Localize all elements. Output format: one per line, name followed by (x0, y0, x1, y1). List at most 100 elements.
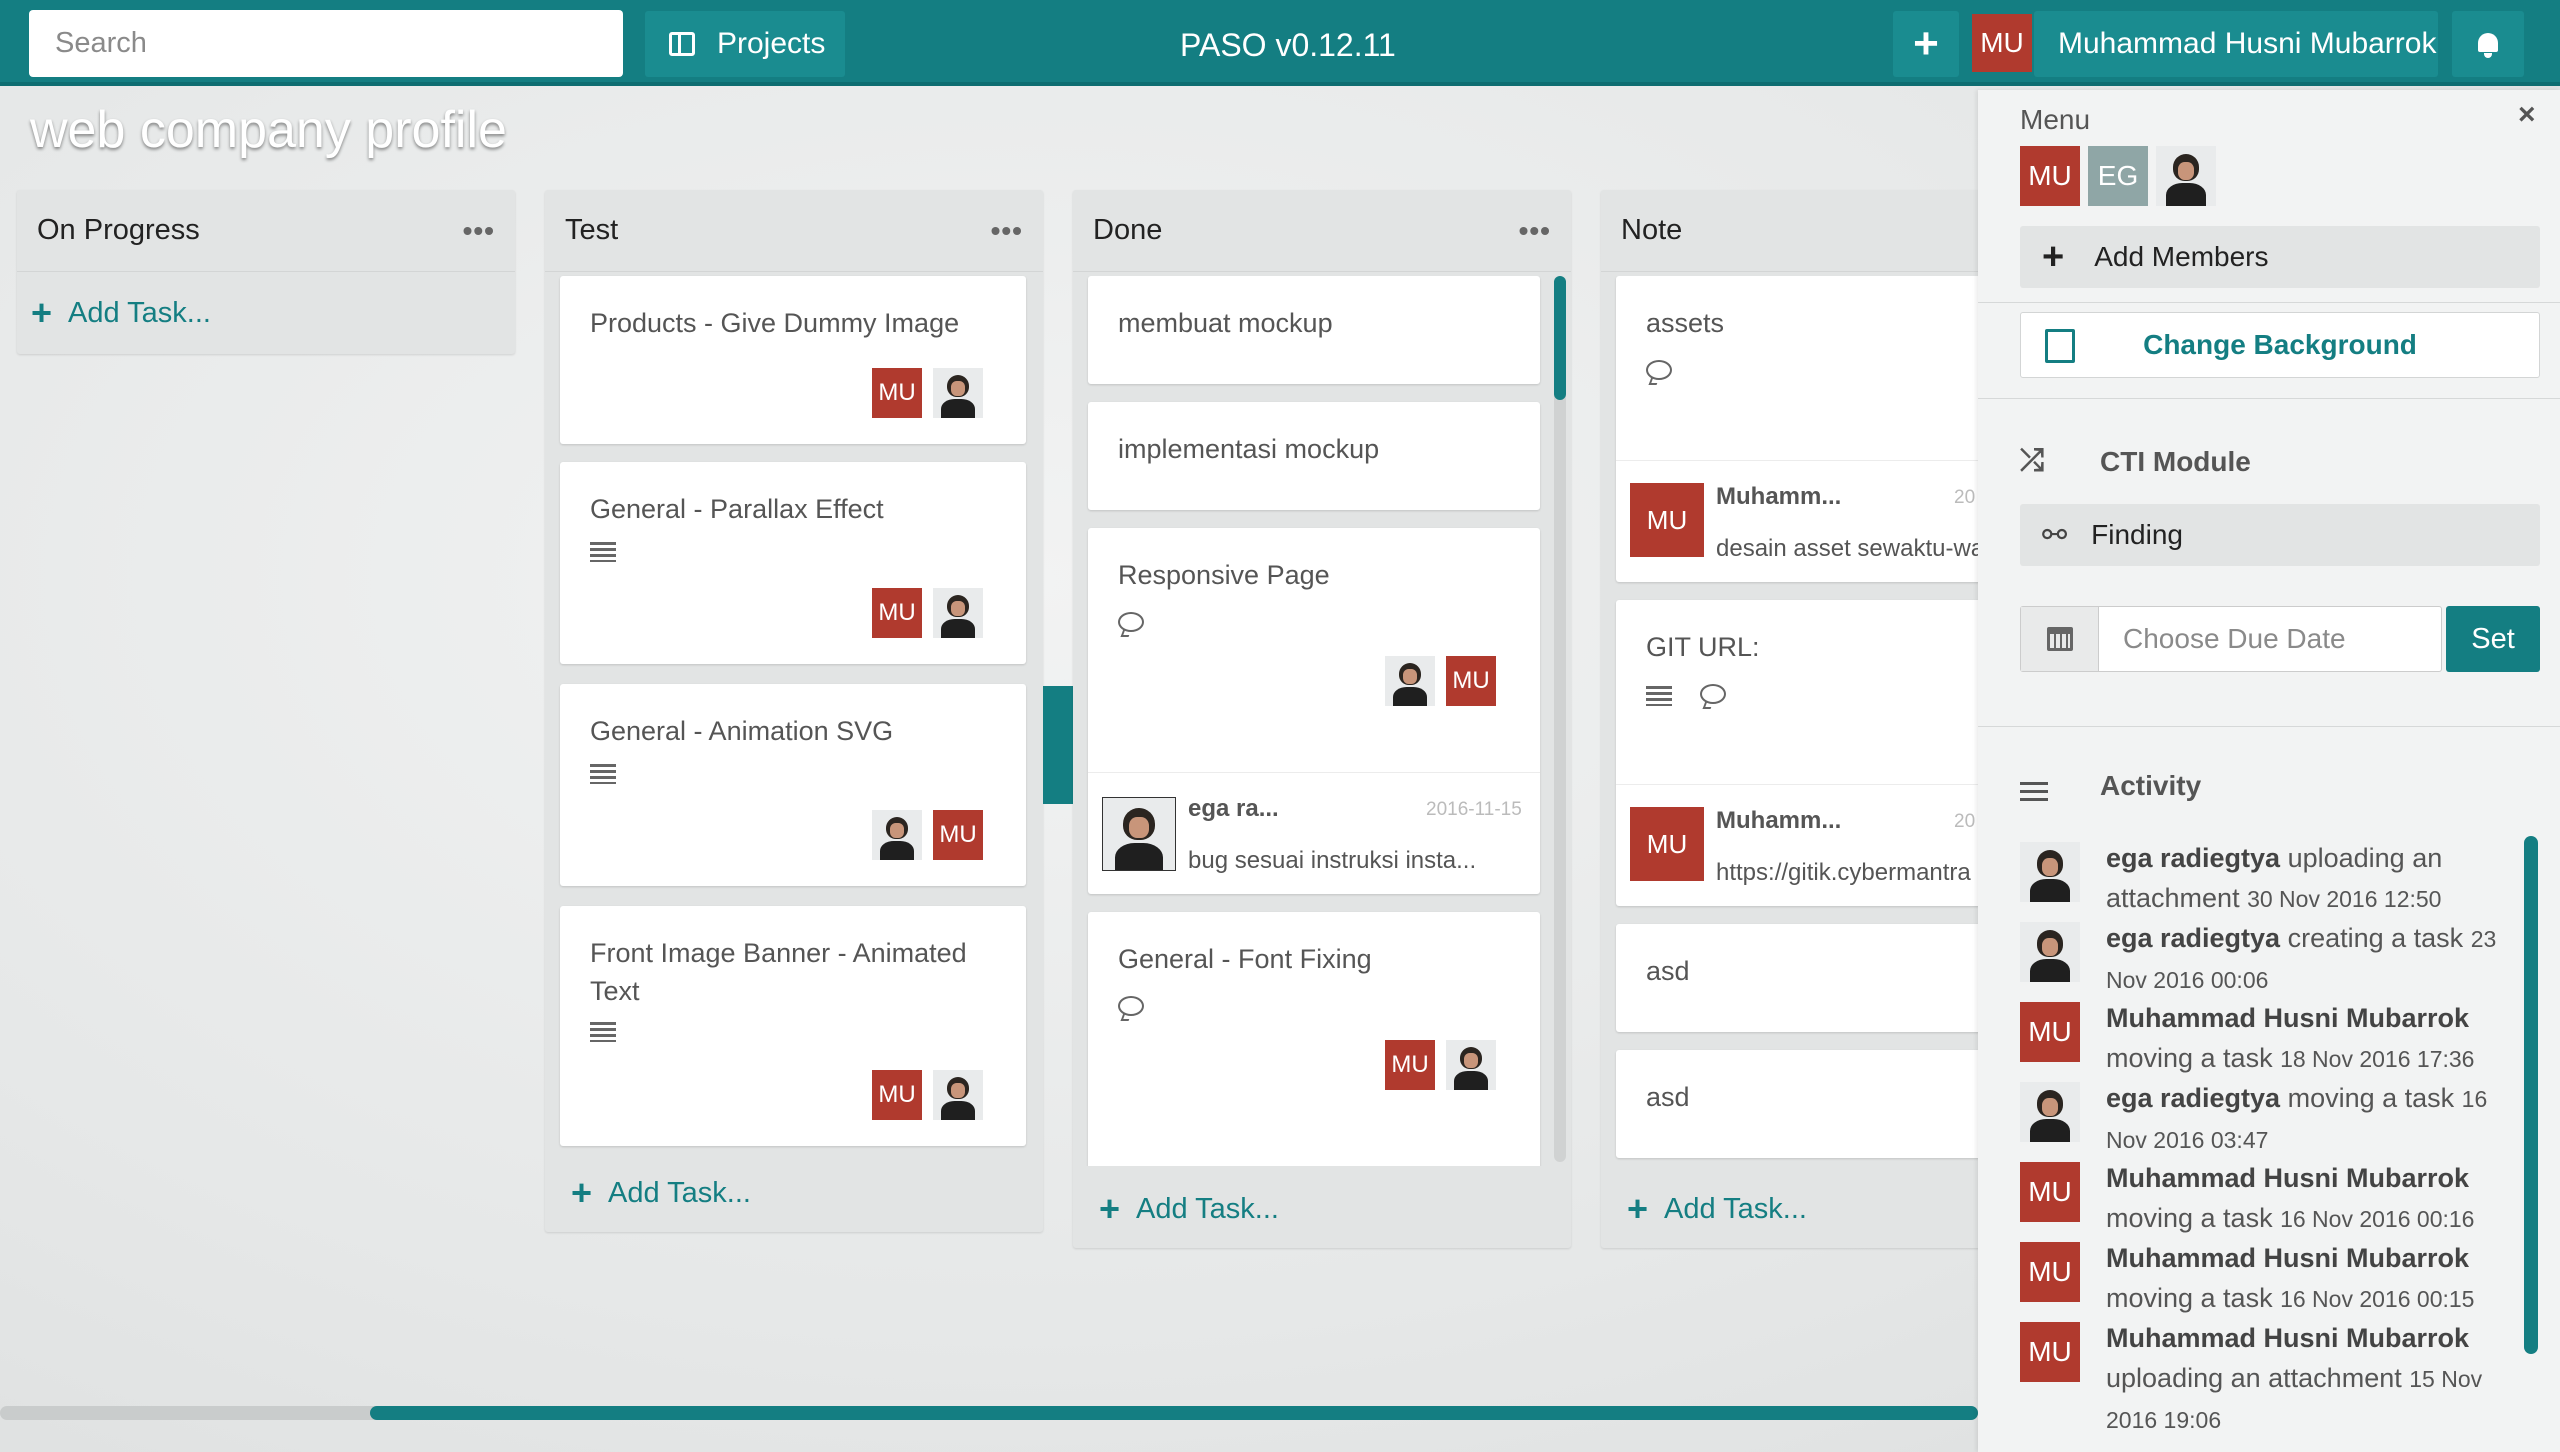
due-date-field (2020, 606, 2442, 672)
task-card[interactable]: Front Image Banner - Animated Text MU (560, 906, 1026, 1146)
close-icon[interactable]: × (2518, 98, 2536, 132)
list-scrollbar-thumb[interactable] (1554, 276, 1566, 400)
task-card[interactable]: asd (1616, 1050, 2036, 1158)
list-scrollbar-track[interactable] (1554, 276, 1566, 1162)
member-avatar[interactable]: MU (872, 588, 922, 638)
divider (1978, 398, 2560, 399)
member-avatar[interactable]: MU (872, 368, 922, 418)
user-avatar[interactable]: MU (1972, 14, 2032, 72)
search-input[interactable] (29, 10, 623, 77)
list-title: Done (1093, 214, 1163, 246)
board-title: web company profile (30, 101, 507, 159)
task-card[interactable]: GIT URL: MU Muhamm... 20 https://gitik.c… (1616, 600, 2036, 906)
member-avatar-photo[interactable] (933, 1070, 983, 1120)
task-card[interactable]: assets MU Muhamm... 20 desain asset sewa… (1616, 276, 2036, 582)
app-title: PASO v0.12.11 (1180, 27, 1396, 63)
list-header: Note (1601, 190, 2041, 272)
comment-text: https://gitik.cybermantra (1716, 859, 1971, 886)
add-members-label: Add Members (2094, 241, 2269, 272)
latest-comment: ega ra... 2016-11-15 bug sesuai instruks… (1088, 772, 1540, 894)
calendar-button[interactable] (2021, 607, 2099, 671)
member-avatar-photo[interactable] (1446, 1040, 1496, 1090)
comment-icon (1700, 684, 1726, 704)
member-avatar-photo[interactable] (933, 368, 983, 418)
plus-icon: + (1099, 1188, 1121, 1229)
user-menu-button[interactable]: Muhammad Husni Mubarrok (2034, 11, 2438, 77)
latest-comment: MU Muhamm... 20 desain asset sewaktu-wa (1616, 460, 2036, 582)
bell-icon (2476, 31, 2500, 58)
task-card[interactable]: Products - Give Dummy Image MU (560, 276, 1026, 444)
due-date-input[interactable] (2101, 607, 2439, 671)
drag-placeholder (1043, 686, 1073, 804)
activity-title: Activity (2100, 770, 2202, 801)
board-scrollbar-thumb[interactable] (370, 1406, 1978, 1420)
member-avatar[interactable]: MU (1385, 1040, 1435, 1090)
add-task-button[interactable]: + Add Task... (1085, 1188, 1279, 1230)
notifications-button[interactable] (2452, 11, 2524, 77)
list-icon (2020, 782, 2048, 804)
member-avatar[interactable]: EG (2088, 146, 2148, 206)
comment-date: 2016-11-15 (1426, 799, 1522, 820)
task-card[interactable]: Responsive Page MU ega ra... 2016-11-15 … (1088, 528, 1540, 894)
activity-text: ega radiegtya creating a task 23 Nov 201… (2106, 923, 2497, 993)
change-background-button[interactable]: Change Background (2020, 312, 2540, 378)
list-menu-icon[interactable]: ••• (1519, 215, 1551, 247)
finding-button[interactable]: ⚯ Finding (2020, 504, 2540, 566)
plus-icon: + (1627, 1188, 1649, 1229)
comment-icon (1118, 612, 1144, 632)
set-due-date-button[interactable]: Set (2446, 606, 2540, 672)
member-avatar-photo[interactable] (872, 810, 922, 860)
activity-scrollbar[interactable] (2524, 836, 2538, 1354)
add-button[interactable]: + (1893, 11, 1959, 77)
commenter-avatar: MU (1630, 807, 1704, 881)
activity-avatar: MU (2020, 1242, 2080, 1302)
columns-icon (669, 32, 695, 56)
member-avatar-photo[interactable] (2156, 146, 2216, 206)
shuffle-icon: ⤮ (2020, 444, 2044, 477)
description-icon (590, 542, 616, 562)
list-on-progress: On Progress ••• + Add Task... (17, 190, 515, 354)
member-avatar-photo[interactable] (933, 588, 983, 638)
list-title: Note (1621, 214, 1683, 246)
add-task-button[interactable]: + Add Task... (17, 272, 515, 354)
projects-label: Projects (717, 27, 826, 60)
member-avatar[interactable]: MU (1446, 656, 1496, 706)
task-card[interactable]: membuat mockup (1088, 276, 1540, 384)
add-task-button[interactable]: + Add Task... (1613, 1188, 1807, 1230)
plus-icon: + (571, 1172, 593, 1213)
activity-avatar-photo (2020, 922, 2080, 982)
comment-text: desain asset sewaktu-wa (1716, 535, 1985, 562)
member-avatar[interactable]: MU (872, 1070, 922, 1120)
card-title: General - Animation SVG (590, 716, 894, 746)
task-card[interactable]: General - Font Fixing MU (1088, 912, 1540, 1166)
activity-text: Muhammad Husni Mubarrok moving a task 18… (2106, 1003, 2475, 1073)
member-avatar[interactable]: MU (933, 810, 983, 860)
activity-avatar: MU (2020, 1162, 2080, 1222)
task-card[interactable]: General - Parallax Effect MU (560, 462, 1026, 664)
divider (1978, 726, 2560, 727)
calendar-icon (2047, 627, 2073, 651)
activity-text: Muhammad Husni Mubarrok moving a task 16… (2106, 1163, 2475, 1233)
card-title: assets (1646, 308, 1725, 338)
description-icon (590, 1022, 616, 1042)
list-header: On Progress ••• (17, 190, 515, 272)
plus-icon: + (2042, 235, 2065, 278)
latest-comment: MU Muhamm... 20 https://gitik.cybermantr… (1616, 784, 2036, 906)
task-card[interactable]: asd (1616, 924, 2036, 1032)
card-title: Front Image Banner - Animated Text (590, 938, 967, 1006)
commenter-avatar (1102, 797, 1176, 871)
add-task-label: Add Task... (1136, 1192, 1279, 1225)
task-card[interactable]: General - Animation SVG MU (560, 684, 1026, 886)
card-title: implementasi mockup (1118, 434, 1380, 464)
list-menu-icon[interactable]: ••• (991, 215, 1023, 247)
task-card[interactable]: implementasi mockup (1088, 402, 1540, 510)
add-members-button[interactable]: + Add Members (2020, 226, 2540, 288)
projects-button[interactable]: Projects (645, 11, 845, 77)
activity-text: Muhammad Husni Mubarrok moving a task 16… (2106, 1243, 2475, 1313)
list-title: On Progress (37, 214, 200, 246)
top-navbar: Projects PASO v0.12.11 + MU Muhammad Hus… (0, 0, 2560, 86)
add-task-button[interactable]: + Add Task... (557, 1172, 751, 1214)
list-menu-icon[interactable]: ••• (463, 215, 495, 247)
member-avatar-photo[interactable] (1385, 656, 1435, 706)
member-avatar[interactable]: MU (2020, 146, 2080, 206)
